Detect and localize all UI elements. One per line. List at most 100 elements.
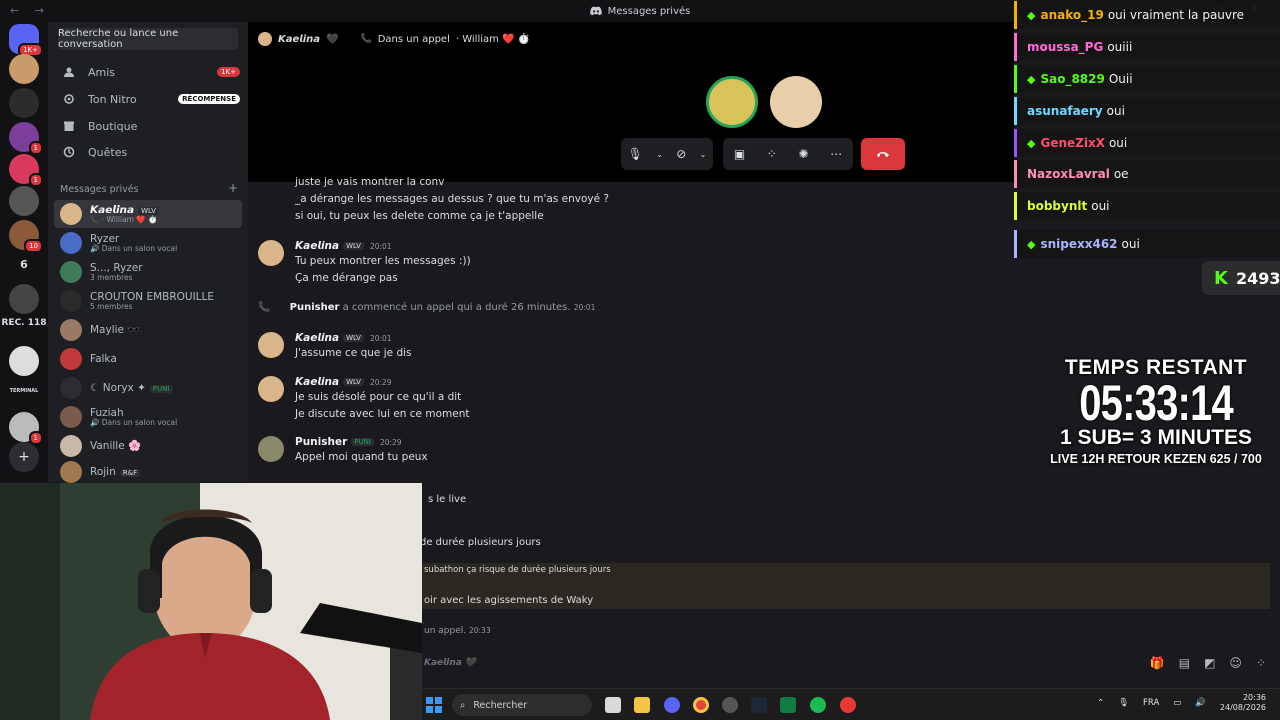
- language-indicator[interactable]: FRA: [1143, 698, 1159, 708]
- add-server-icon[interactable]: +: [9, 442, 39, 472]
- network-icon[interactable]: ▭: [1173, 698, 1181, 708]
- message-time: 20:29: [369, 377, 392, 387]
- soundboard-icon[interactable]: ✺: [798, 147, 808, 161]
- microphone-icon[interactable]: 🎙: [1118, 698, 1129, 708]
- nav-nitro[interactable]: Ton Nitro RÉCOMPENSE: [56, 87, 240, 111]
- chrome-icon[interactable]: [693, 697, 709, 713]
- server-icon-6[interactable]: 10: [9, 220, 43, 253]
- gif-icon[interactable]: ▤: [1179, 656, 1190, 670]
- discord-taskbar-icon[interactable]: [664, 697, 680, 713]
- nav-shop[interactable]: Boutique: [56, 114, 240, 138]
- gift-icon[interactable]: 🎁: [1150, 656, 1165, 670]
- find-conversation-button[interactable]: Recherche ou lance une conversation: [58, 28, 238, 50]
- spotify-icon[interactable]: [810, 697, 826, 713]
- participant-avatar-2[interactable]: [770, 76, 822, 128]
- dm-item[interactable]: Ryzer 🔊 Dans un salon vocal: [54, 229, 242, 257]
- kick-icon: K: [1214, 267, 1228, 289]
- server-icon-5[interactable]: [9, 186, 39, 216]
- screen-share-icon[interactable]: ▣: [734, 147, 745, 161]
- avatar[interactable]: [258, 376, 284, 402]
- call-status: Dans un appel: [377, 33, 450, 45]
- dm-item[interactable]: S..., Ryzer 3 membres: [54, 258, 242, 286]
- dm-item[interactable]: ☾ Noryx ✦ PUNI: [54, 374, 242, 402]
- dm-item[interactable]: Falka: [54, 345, 242, 373]
- create-dm-icon[interactable]: +: [228, 182, 238, 195]
- history-nav-icons[interactable]: ← →: [10, 4, 50, 17]
- sticker-icon[interactable]: ◩: [1204, 656, 1215, 670]
- obs-icon[interactable]: [722, 697, 738, 713]
- chat-text: oui: [1106, 104, 1125, 118]
- dm-item[interactable]: Maylie 🕶️: [54, 316, 242, 344]
- dm-name: Vanille 🌸: [90, 439, 142, 452]
- dm-item[interactable]: Fuziah 🔊 Dans un salon vocal: [54, 403, 242, 431]
- server-icon-9[interactable]: 1: [9, 412, 43, 445]
- app-icon[interactable]: [840, 697, 856, 713]
- chat-username: Sao_8829: [1040, 72, 1105, 86]
- server-text-6[interactable]: 6: [0, 258, 48, 271]
- emoji-icon[interactable]: ☺: [1229, 656, 1242, 670]
- server-text-terminal[interactable]: TERMINAL: [0, 388, 48, 394]
- message-text: Tu peux montrer les messages :)): [295, 255, 471, 267]
- system-author[interactable]: Punisher: [290, 302, 340, 313]
- message-text: subathon ça risque de durée plusieurs jo…: [424, 565, 611, 575]
- server-icon-1[interactable]: [9, 54, 39, 84]
- volume-icon[interactable]: 🔊: [1195, 698, 1206, 708]
- microphone-icon[interactable]: 🎙: [628, 147, 643, 161]
- nav-quests[interactable]: Quêtes: [56, 140, 240, 164]
- hang-up-button[interactable]: [861, 138, 905, 170]
- avatar: [60, 319, 82, 341]
- dm-item[interactable]: Vanille 🌸: [54, 432, 242, 460]
- camera-off-icon[interactable]: ⊘: [676, 147, 686, 161]
- server-icon-4[interactable]: 1: [9, 154, 43, 187]
- dm-item[interactable]: 𝙆𝙖𝙚𝙡𝙞𝙣𝙖 WLV 📞 · William ❤️ ⏱️: [54, 200, 242, 228]
- chat-text: oui vraiment la pauvre: [1107, 8, 1245, 22]
- task-view-icon[interactable]: [605, 697, 621, 713]
- server-icon-2[interactable]: [9, 88, 39, 118]
- more-icon[interactable]: ⋯: [830, 147, 842, 161]
- message-text: oir avec les agissements de Waky: [424, 595, 594, 606]
- dm-tag: R&F: [119, 468, 141, 477]
- server-list: 1K+ 1 1 10 6 REC. 118 TERMINAL 1 +: [0, 22, 48, 482]
- home-button[interactable]: 1K+: [9, 24, 43, 57]
- apps-icon[interactable]: ⁘: [1256, 656, 1266, 670]
- server-icon-8[interactable]: [9, 346, 39, 376]
- dm-item[interactable]: CROUTON EMBROUILLE 5 membres: [54, 287, 242, 315]
- dm-status: 3 membres: [90, 272, 133, 282]
- chevron-down-icon[interactable]: ⌄: [700, 150, 707, 159]
- call-user-heart: 🖤: [326, 33, 339, 45]
- dm-section-header: Messages privés +: [60, 182, 238, 195]
- start-icon[interactable]: [426, 697, 442, 713]
- taskbar-search[interactable]: ⌕ Rechercher: [452, 694, 592, 716]
- server-icon-3[interactable]: 1: [9, 122, 43, 155]
- message-text: Ça me dérange pas: [295, 272, 398, 284]
- excel-icon[interactable]: [780, 697, 796, 713]
- clock[interactable]: 20:36 24/08/2026: [1220, 693, 1266, 713]
- participant-avatar-1[interactable]: [706, 76, 758, 128]
- message-author[interactable]: 𝙆𝙖𝙚𝙡𝙞𝙣𝙖: [295, 240, 339, 252]
- chat-line: asunafaery oui: [1014, 97, 1280, 125]
- steam-icon[interactable]: [751, 697, 767, 713]
- message-author[interactable]: 𝙆𝙖𝙚𝙡𝙞𝙣𝙖: [295, 376, 339, 388]
- activities-icon[interactable]: ⁘: [767, 147, 777, 161]
- subathon-timer: TEMPS RESTANT 05:33:14 1 SUB= 3 MINUTES …: [1032, 356, 1280, 466]
- stream-chat-overlay: ◆ anako_19 oui vraiment la pauvre moussa…: [1014, 0, 1280, 260]
- server-text-rec[interactable]: REC. 118: [0, 318, 48, 328]
- message-author[interactable]: 𝙆𝙖𝙚𝙡𝙞𝙣𝙖: [295, 332, 339, 344]
- avatar[interactable]: [258, 332, 284, 358]
- dm-item[interactable]: Rojin R&F: [54, 458, 242, 486]
- avatar[interactable]: [258, 436, 284, 462]
- message-text: juste je vais montrer la conv: [295, 176, 445, 188]
- nav-friends[interactable]: Amis 1K+: [56, 60, 240, 84]
- message-author[interactable]: Punisher: [295, 436, 347, 448]
- nav-quests-label: Quêtes: [88, 145, 128, 159]
- avatar: [60, 406, 82, 428]
- dm-section-title: Messages privés: [60, 184, 139, 195]
- file-explorer-icon[interactable]: [634, 697, 650, 713]
- avatar[interactable]: [258, 240, 284, 266]
- timer-value: 05:33:14: [1079, 375, 1234, 431]
- chat-line: NazoxLavral oe: [1014, 160, 1280, 188]
- composer-placeholder: 𝙆𝙖𝙚𝙡𝙞𝙣𝙖 🖤: [424, 658, 476, 668]
- chevron-down-icon[interactable]: ⌄: [656, 150, 663, 159]
- chevron-up-icon[interactable]: ⌃: [1097, 698, 1104, 708]
- server-icon-7[interactable]: [9, 284, 39, 314]
